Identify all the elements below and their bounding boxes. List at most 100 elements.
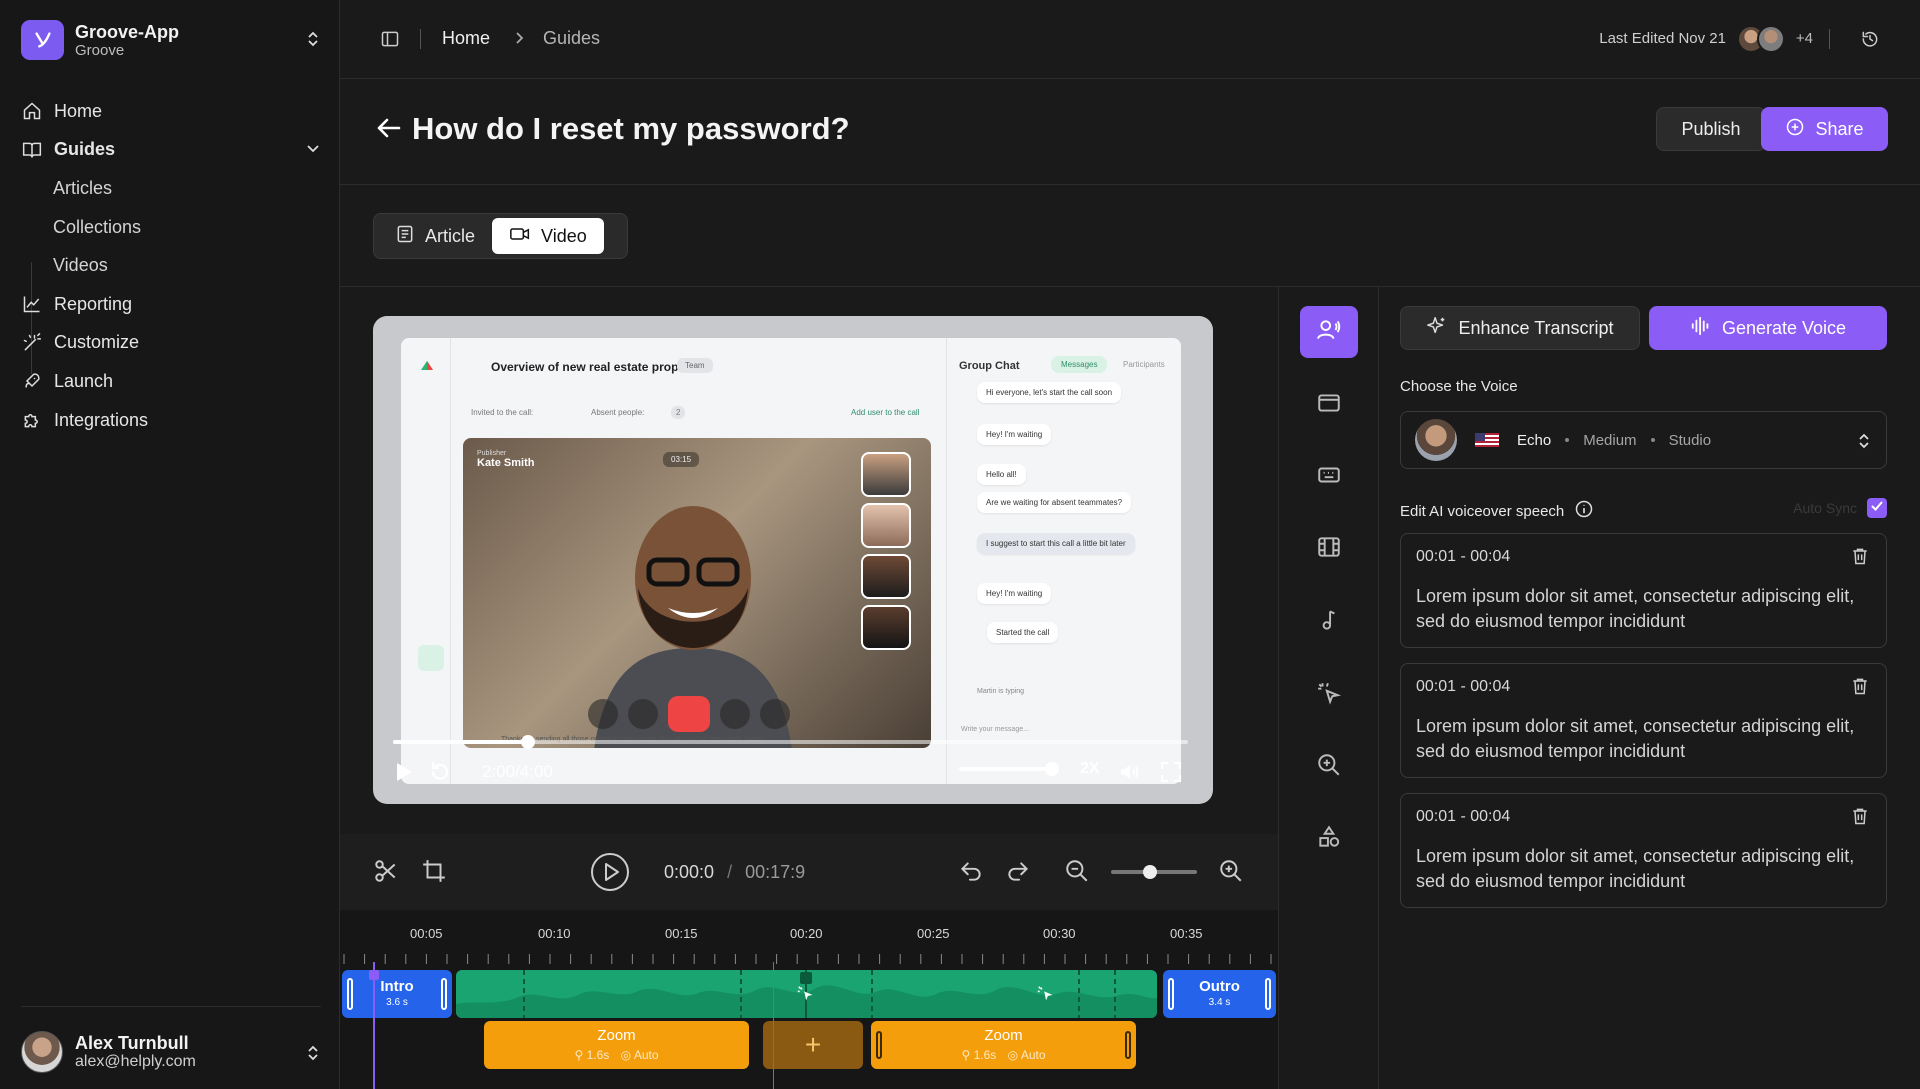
volume-knob[interactable] — [1045, 762, 1060, 776]
magnifier-icon: ⚲ — [574, 1048, 584, 1062]
breadcrumb-current[interactable]: Guides — [543, 28, 600, 49]
publish-button[interactable]: Publish — [1656, 107, 1766, 151]
volume-slider[interactable] — [959, 762, 1060, 776]
media-library-button[interactable] — [1300, 523, 1358, 575]
sidebar-item-guides[interactable]: Guides — [21, 131, 321, 170]
breadcrumb-home[interactable]: Home — [442, 28, 490, 49]
chevron-updown-icon — [1856, 431, 1872, 455]
auto-sync-checkbox[interactable] — [1867, 498, 1887, 518]
auto-sync-label: Auto Sync — [1793, 500, 1857, 516]
team-badge: Team — [677, 358, 713, 373]
publisher-tag: Publisher Kate Smith — [477, 450, 534, 469]
voiceover-segment[interactable]: 00:01 - 00:04 Lorem ipsum dolor sit amet… — [1400, 793, 1887, 908]
main-video-clip[interactable] — [456, 970, 1157, 1018]
segment-text[interactable]: Lorem ipsum dolor sit amet, consectetur … — [1416, 844, 1866, 894]
zoom-effects-button[interactable] — [1300, 741, 1358, 793]
volume-icon[interactable] — [1118, 760, 1142, 789]
total-time: 00:17:9 — [745, 862, 806, 882]
redo-icon[interactable] — [1005, 858, 1031, 889]
sidebar-item-home[interactable]: Home — [21, 92, 321, 131]
timeline-playhead[interactable] — [373, 962, 375, 1089]
zoom-out-icon[interactable] — [1064, 858, 1090, 889]
crop-icon[interactable] — [421, 858, 447, 889]
zoom-clip[interactable]: Zoom ⚲ 1.6s ◎ Auto — [871, 1021, 1136, 1069]
zoom-plus-icon — [1316, 752, 1342, 783]
click-effects-button[interactable] — [1300, 669, 1358, 721]
browser-frame-button[interactable] — [1300, 379, 1358, 431]
segment-text[interactable]: Lorem ipsum dolor sit amet, consectetur … — [1416, 584, 1866, 634]
captions-button[interactable] — [1300, 451, 1358, 503]
workspace-name: Groove-App — [75, 21, 180, 42]
clip-handle[interactable] — [441, 978, 447, 1010]
zoom-in-icon[interactable] — [1218, 858, 1244, 889]
clip-handle[interactable] — [1265, 978, 1271, 1010]
tab-article[interactable]: Article — [378, 218, 492, 254]
music-button[interactable] — [1300, 596, 1358, 648]
play-icon[interactable] — [393, 760, 415, 789]
checkmark-icon — [1870, 499, 1884, 518]
workspace-switcher[interactable]: Groove-App Groove — [21, 20, 321, 60]
segment-time: 00:01 - 00:04 — [1416, 678, 1511, 695]
intro-clip[interactable]: Intro 3.6 s — [342, 970, 452, 1018]
sidebar-item-customize[interactable]: Customize — [21, 324, 321, 363]
voiceover-panel-button[interactable] — [1300, 306, 1358, 358]
voiceover-segment[interactable]: 00:01 - 00:04 Lorem ipsum dolor sit amet… — [1400, 533, 1887, 648]
sidebar-item-collections[interactable]: Collections — [21, 208, 321, 247]
voiceover-segment[interactable]: 00:01 - 00:04 Lorem ipsum dolor sit amet… — [1400, 663, 1887, 778]
segment-text[interactable]: Lorem ipsum dolor sit amet, consectetur … — [1416, 714, 1866, 764]
playhead-handle[interactable] — [369, 970, 379, 980]
trash-icon[interactable] — [1850, 806, 1870, 831]
user-name: Alex Turnbull — [75, 1033, 189, 1053]
zoom-slider-knob[interactable] — [1142, 865, 1157, 879]
sidebar-item-label: Home — [54, 100, 103, 121]
user-menu[interactable]: Alex Turnbull alex@helply.com — [21, 1006, 321, 1073]
info-icon[interactable] — [1574, 499, 1594, 523]
generate-voice-button[interactable]: Generate Voice — [1649, 306, 1887, 350]
sidebar-toggle-icon[interactable] — [380, 29, 400, 54]
replay-icon[interactable] — [428, 760, 452, 789]
clip-handle[interactable] — [1125, 1031, 1131, 1059]
click-cursor-icon — [796, 984, 818, 1011]
time-separator: / — [727, 862, 733, 882]
editor-avatars[interactable] — [1737, 25, 1785, 53]
sidebar-item-integrations[interactable]: Integrations — [21, 401, 321, 440]
share-label: Share — [1815, 118, 1864, 139]
share-button[interactable]: Share — [1761, 107, 1888, 151]
call-controls — [588, 696, 790, 732]
tab-video[interactable]: Video — [492, 218, 604, 254]
enhance-label: Enhance Transcript — [1458, 317, 1614, 338]
history-icon[interactable] — [1860, 29, 1880, 54]
sidebar-item-videos[interactable]: Videos — [21, 246, 321, 285]
video-timecode: 2:00/4:00 — [482, 762, 553, 781]
sidebar-item-reporting[interactable]: Reporting — [21, 285, 321, 324]
editor-time-display: 0:00:0 / 00:17:9 — [664, 862, 805, 883]
add-zoom-button[interactable]: + — [763, 1021, 863, 1069]
document-icon — [395, 224, 415, 249]
participant-thumb — [861, 554, 911, 599]
enhance-transcript-button[interactable]: Enhance Transcript — [1400, 306, 1640, 350]
play-circle-icon[interactable] — [590, 852, 630, 897]
fullscreen-icon[interactable] — [1159, 760, 1183, 789]
zoom-slider[interactable] — [1111, 865, 1197, 879]
video-player[interactable]: Overview of new real estate proposals Te… — [373, 316, 1213, 804]
intro-duration: 3.6 s — [386, 997, 408, 1008]
outro-clip[interactable]: Outro 3.4 s — [1163, 970, 1276, 1018]
chat-message: I suggest to start this call a little bi… — [977, 533, 1135, 554]
back-arrow-icon[interactable] — [375, 116, 401, 145]
video-progress-bar[interactable] — [393, 735, 1188, 749]
shapes-button[interactable] — [1300, 813, 1358, 865]
divider — [1829, 29, 1830, 49]
scissors-icon[interactable] — [373, 858, 399, 889]
zoom-clip[interactable]: Zoom ⚲ 1.6s ◎ Auto — [484, 1021, 749, 1069]
sidebar-item-launch[interactable]: Launch — [21, 362, 321, 401]
zoom-mode: Auto — [1020, 1048, 1046, 1062]
sidebar-item-articles[interactable]: Articles — [21, 169, 321, 208]
timeline[interactable]: 00:05 00:10 00:15 00:20 00:25 00:30 00:3… — [340, 910, 1278, 1089]
puzzle-icon — [21, 409, 43, 431]
trash-icon[interactable] — [1850, 546, 1870, 571]
undo-icon[interactable] — [958, 858, 984, 889]
playback-speed[interactable]: 2X — [1080, 760, 1100, 778]
voice-select[interactable]: Echo Medium Studio — [1400, 411, 1887, 469]
click-cursor-icon — [1036, 984, 1058, 1011]
trash-icon[interactable] — [1850, 676, 1870, 701]
